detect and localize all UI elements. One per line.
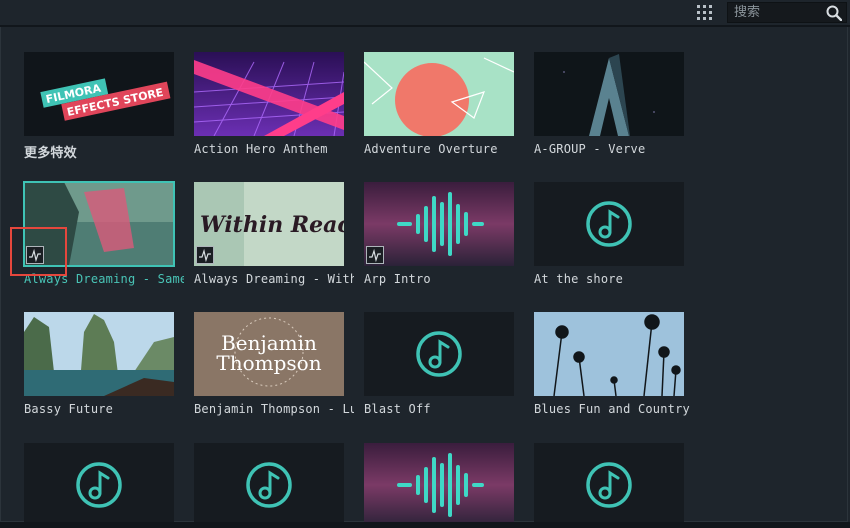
thumbnail bbox=[534, 52, 684, 136]
bottom-edge bbox=[0, 522, 850, 528]
thumbnail bbox=[534, 182, 684, 266]
tile-label: At the shore bbox=[534, 272, 624, 286]
music-note-icon bbox=[534, 182, 684, 266]
top-toolbar bbox=[0, 0, 850, 27]
audio-effect-badge-icon bbox=[366, 246, 384, 264]
thumbnail bbox=[194, 52, 344, 136]
audio-effect-badge-icon bbox=[196, 246, 214, 264]
thumbnail bbox=[364, 182, 514, 266]
thumbnail bbox=[24, 312, 174, 396]
tile-label: Benjamin Thompson - Lu bbox=[194, 402, 354, 416]
thumbnail bbox=[364, 52, 514, 136]
music-note-icon bbox=[194, 443, 344, 527]
thumbnail bbox=[534, 312, 684, 396]
search-icon[interactable] bbox=[826, 5, 842, 21]
tile-label: Adventure Overture bbox=[364, 142, 498, 156]
tile-label: Always Dreaming - With bbox=[194, 272, 354, 286]
thumbnail bbox=[534, 443, 684, 527]
within-reach-title-text: Within Reach bbox=[200, 212, 344, 238]
search-box[interactable] bbox=[727, 2, 847, 23]
tile-label: A-GROUP - Verve bbox=[534, 142, 646, 156]
highlight-annotation-box bbox=[10, 227, 67, 276]
thumbnail: Benjamin Thompson bbox=[194, 312, 344, 396]
tile-label: Action Hero Anthem bbox=[194, 142, 328, 156]
thumbnail: Within Reach bbox=[194, 182, 344, 266]
thumbnail: FILMORA EFFECTS STORE bbox=[24, 52, 174, 136]
thumbnail bbox=[364, 312, 514, 396]
tile-label: Arp Intro bbox=[364, 272, 431, 286]
thumbnail bbox=[194, 443, 344, 527]
music-note-icon bbox=[24, 443, 174, 527]
music-note-icon bbox=[364, 312, 514, 396]
benjamin-title-line2: Thompson bbox=[216, 351, 321, 375]
grid-dots-icon[interactable] bbox=[697, 5, 712, 20]
tile-label: 更多特效 bbox=[24, 146, 77, 161]
search-input[interactable] bbox=[734, 4, 824, 21]
thumbnail bbox=[364, 443, 514, 527]
tile-label: Blast Off bbox=[364, 402, 431, 416]
tile-label: Blues Fun and Country bbox=[534, 402, 690, 416]
thumbnail bbox=[24, 443, 174, 527]
tile-label: Bassy Future bbox=[24, 402, 114, 416]
music-note-icon bbox=[534, 443, 684, 527]
